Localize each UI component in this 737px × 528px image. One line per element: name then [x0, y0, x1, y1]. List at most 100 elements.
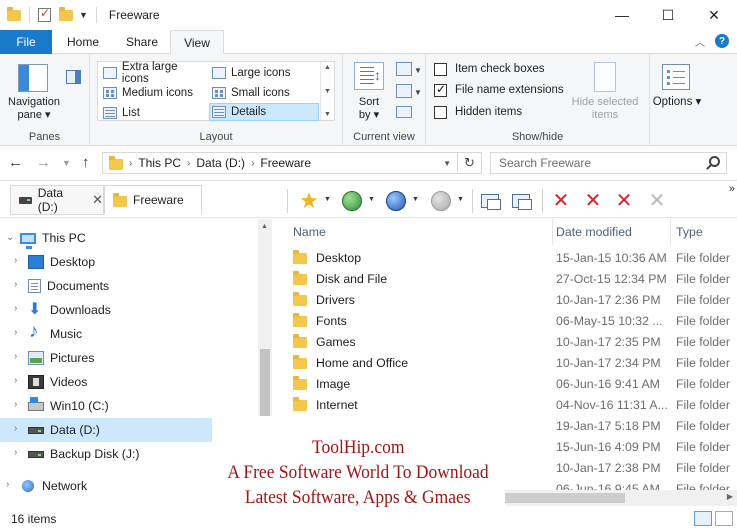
collapse-chevron-icon[interactable]: › [14, 351, 17, 362]
favorites-dropdown-icon[interactable]: ▼ [324, 196, 331, 203]
forward-arrow-icon[interactable]: → [36, 154, 51, 171]
table-row[interactable]: Games 10-Jan-17 2:35 PM File folder [293, 331, 737, 352]
address-bar[interactable]: › This PC › Data (D:) › Freeware ▼ ↻ [102, 152, 482, 174]
hidden-items-toggle[interactable]: Hidden items [434, 103, 522, 121]
file-list-horizontal-scrollbar[interactable]: ▶ [505, 490, 737, 506]
minimize-button[interactable]: — [599, 0, 645, 30]
table-row[interactable]: Fonts 06-May-15 10:32 ... File folder [293, 310, 737, 331]
new-folder-icon[interactable] [59, 6, 73, 22]
more-toolbar-chevron-icon[interactable]: » [729, 183, 735, 195]
group-by-dropdown-icon[interactable]: ▼ [414, 66, 422, 75]
nav-item-documents[interactable]: › Documents [0, 274, 258, 298]
layout-list[interactable]: List [101, 104, 207, 122]
refresh-button[interactable]: ↻ [457, 153, 481, 173]
preview-pane-icon[interactable] [66, 70, 81, 84]
details-view-icon[interactable] [694, 511, 712, 526]
navigation-pane-icon[interactable] [18, 64, 48, 92]
navigation-pane-button[interactable]: Navigation pane ▾ [3, 96, 65, 122]
favorites-star-icon[interactable]: ★ [298, 190, 320, 212]
chevron-right-icon[interactable]: › [251, 158, 254, 169]
collapse-chevron-icon[interactable]: › [14, 279, 17, 290]
collapse-chevron-icon[interactable]: › [14, 303, 17, 314]
sort-by-button[interactable]: Sort by ▾ [352, 96, 386, 122]
collapse-chevron-icon[interactable]: › [6, 479, 9, 490]
search-input[interactable]: Search Freeware [490, 152, 727, 174]
nav-item-videos[interactable]: › Videos [0, 370, 258, 394]
options-button[interactable]: Options ▾ [650, 96, 704, 109]
table-row[interactable]: Disk and File 27-Oct-15 12:34 PM File fold… [293, 268, 737, 289]
expand-chevron-icon[interactable]: ⌄ [6, 232, 14, 243]
up-arrow-icon[interactable]: ↑ [82, 154, 90, 171]
sort-by-icon[interactable] [354, 62, 384, 90]
scroll-thumb[interactable] [505, 493, 625, 503]
breadcrumb-data-d[interactable]: Data (D:) [196, 156, 245, 170]
chevron-right-icon[interactable]: › [129, 158, 132, 169]
scroll-up-icon[interactable]: ▲ [261, 223, 268, 230]
chevron-right-icon[interactable]: › [187, 158, 190, 169]
tab-file[interactable]: File [0, 30, 52, 54]
layout-large-icons[interactable]: Large icons [210, 64, 318, 82]
nav-item-desktop[interactable]: › Desktop [0, 250, 258, 274]
size-columns-icon[interactable] [396, 106, 412, 118]
nav-item-downloads[interactable]: › Downloads [0, 298, 258, 322]
layout-small-icons[interactable]: Small icons [210, 84, 318, 102]
address-dropdown-icon[interactable]: ▼ [443, 159, 451, 168]
collapse-chevron-icon[interactable]: › [14, 255, 17, 266]
tab-home[interactable]: Home [67, 30, 99, 54]
collapse-ribbon-icon[interactable]: ︿ [695, 34, 705, 49]
nav-item-win10-c[interactable]: › Win10 (C:) [0, 394, 258, 418]
folder-tab-data-d[interactable]: Data (D:) ✕ [10, 185, 104, 215]
tab-share[interactable]: Share [126, 30, 158, 54]
scroll-up-icon[interactable]: ▲ [324, 64, 331, 71]
back-dropdown-icon[interactable]: ▼ [368, 196, 375, 203]
hidden-items-checkbox[interactable] [434, 105, 447, 119]
breadcrumb-freeware[interactable]: Freeware [260, 156, 311, 170]
table-row[interactable]: Internet 04-Nov-16 11:31 A... File folder [293, 394, 737, 415]
layout-extra-large-icons[interactable]: Extra large icons [101, 61, 207, 85]
new-window-icon[interactable] [479, 190, 501, 212]
options-icon[interactable] [662, 64, 690, 90]
duplicate-window-icon[interactable] [510, 190, 532, 212]
table-row[interactable]: Image 06-Jun-16 9:41 AM File folder [293, 373, 737, 394]
file-name-extensions-checkbox[interactable] [434, 82, 447, 97]
breadcrumb-this-pc[interactable]: This PC [138, 156, 181, 170]
close-tab-red-icon[interactable]: ✕ [550, 190, 572, 212]
group-by-icon[interactable] [396, 62, 412, 76]
collapse-chevron-icon[interactable]: › [14, 423, 17, 434]
recent-locations-icon[interactable]: ▼ [62, 158, 71, 168]
column-header-date-modified[interactable]: Date modified [553, 219, 671, 245]
layout-medium-icons[interactable]: Medium icons [101, 84, 207, 102]
quick-access-dropdown-icon[interactable]: ▼ [79, 10, 88, 20]
collapse-chevron-icon[interactable]: › [14, 375, 17, 386]
column-header-name[interactable]: Name [293, 219, 553, 245]
properties-icon[interactable] [38, 6, 51, 22]
file-name-extensions-toggle[interactable]: File name extensions [434, 81, 564, 99]
table-row[interactable]: Desktop 15-Jan-15 10:36 AM File folder [293, 247, 737, 268]
item-check-boxes-toggle[interactable]: Item check boxes [434, 60, 544, 78]
maximize-button[interactable]: ☐ [645, 0, 691, 30]
layout-scroll[interactable]: ▲ ▼ ▼ [320, 62, 334, 120]
column-header-type[interactable]: Type [671, 219, 737, 245]
close-button[interactable]: ✕ [691, 0, 737, 30]
add-columns-icon[interactable] [396, 84, 412, 98]
table-row[interactable]: Home and Office 10-Jan-17 2:34 PM File fol… [293, 352, 737, 373]
nav-item-music[interactable]: › Music [0, 321, 258, 346]
close-left-red-icon[interactable]: ✕ [613, 190, 635, 212]
layout-details[interactable]: Details [209, 103, 319, 121]
item-check-boxes-checkbox[interactable] [434, 62, 447, 76]
collapse-chevron-icon[interactable]: › [14, 447, 17, 458]
nav-item-pictures[interactable]: › Pictures [0, 346, 258, 370]
nav-item-this-pc[interactable]: ⌄ This PC [0, 226, 258, 250]
scroll-down-icon[interactable]: ▼ [324, 88, 331, 95]
collapse-chevron-icon[interactable]: › [14, 399, 17, 410]
scroll-right-icon[interactable]: ▶ [727, 492, 733, 501]
back-arrow-icon[interactable]: ← [8, 154, 23, 171]
forward-globe-icon[interactable] [385, 190, 407, 212]
help-icon[interactable]: ? [715, 34, 729, 48]
folder-tab-freeware[interactable]: Freeware [104, 185, 202, 215]
large-icons-view-icon[interactable] [715, 511, 733, 526]
collapse-chevron-icon[interactable]: › [14, 327, 17, 338]
table-row[interactable]: Drivers 10-Jan-17 2:36 PM File folder [293, 289, 737, 310]
forward-dropdown-icon[interactable]: ▼ [412, 196, 419, 203]
tab-view[interactable]: View [170, 30, 224, 55]
